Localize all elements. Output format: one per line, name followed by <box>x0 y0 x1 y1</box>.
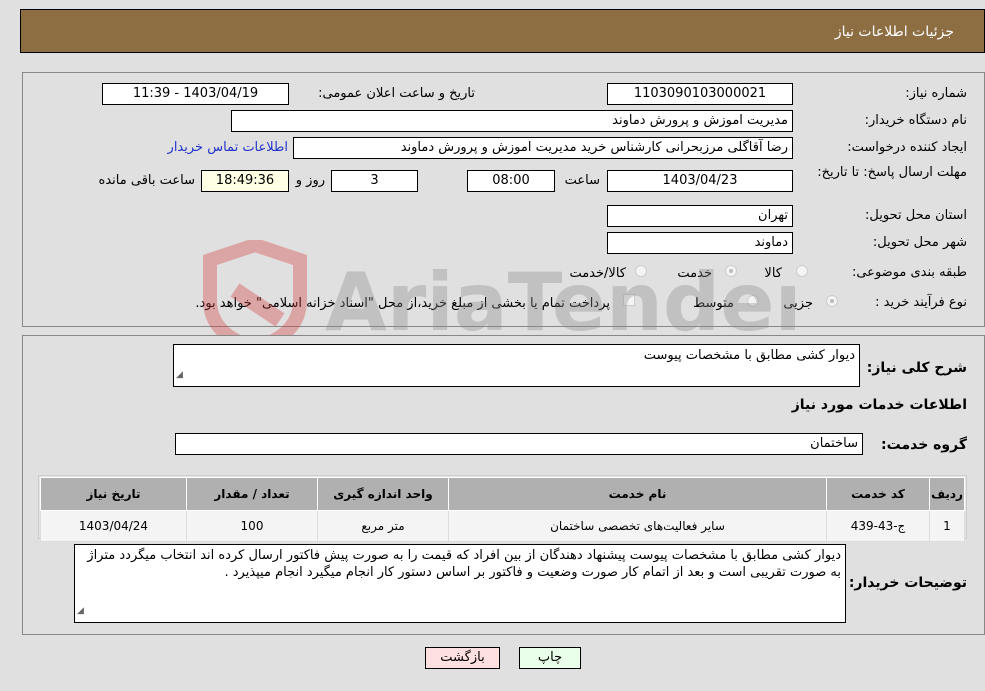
process-radio-medium[interactable] <box>747 295 759 307</box>
creator-label: ایجاد کننده درخواست: <box>847 140 967 155</box>
table-row: 1 ج-43-439 سایر فعالیت‌های تخصصی ساختمان… <box>40 510 965 542</box>
col-need-date: تاریخ نیاز <box>40 477 187 511</box>
city-field[interactable]: دماوند <box>607 232 793 254</box>
service-group-label: گروه خدمت: <box>881 437 967 453</box>
cell-unit: متر مربع <box>317 510 449 542</box>
deadline-time-label: ساعت <box>564 173 600 188</box>
table-header-row: ردیف کد خدمت نام خدمت واحد اندازه گیری ت… <box>40 477 965 511</box>
page-title: جزئیات اطلاعات نیاز <box>834 24 954 40</box>
cell-quantity: 100 <box>186 510 318 542</box>
need-number-label: شماره نیاز: <box>905 86 967 101</box>
category-radio-goods-service[interactable] <box>635 265 647 277</box>
buyer-org-field[interactable]: مدیریت اموزش و پرورش دماوند <box>231 110 793 132</box>
process-radio-minor[interactable] <box>826 295 838 307</box>
services-section-title: اطلاعات خدمات مورد نیاز <box>791 397 967 413</box>
buyer-notes-text: دیوار کشی مطابق با مشخصات پیوست پیشنهاد … <box>87 548 841 580</box>
deadline-label: مهلت ارسال پاسخ: تا تاریخ: <box>817 165 967 180</box>
buyer-notes-label: توضیحات خریدار: <box>848 575 967 591</box>
cell-need-date: 1403/04/24 <box>40 510 187 542</box>
buyer-contact-link[interactable]: اطلاعات تماس خریدار <box>168 140 288 155</box>
city-label: شهر محل تحویل: <box>872 235 967 250</box>
col-quantity: تعداد / مقدار <box>186 477 318 511</box>
category-option-goods: کالا <box>764 266 782 281</box>
buyer-org-label: نام دستگاه خریدار: <box>864 113 967 128</box>
creator-field[interactable]: رضا آقاگلی مرزبحرانی کارشناس خرید مدیریت… <box>293 137 793 159</box>
summary-textarea[interactable]: دیوار کشی مطابق با مشخصات پیوست ◢ <box>173 344 860 387</box>
back-button[interactable]: بازگشت <box>425 647 500 669</box>
resize-handle-icon[interactable]: ◢ <box>77 603 84 620</box>
announce-datetime-field[interactable]: 1403/04/19 - 11:39 <box>102 83 289 105</box>
buyer-notes-textarea[interactable]: دیوار کشی مطابق با مشخصات پیوست پیشنهاد … <box>74 544 846 623</box>
service-group-field[interactable]: ساختمان <box>175 433 863 455</box>
days-label: روز و <box>295 173 325 188</box>
page-header: جزئیات اطلاعات نیاز <box>20 9 985 53</box>
cell-service-name: سایر فعالیت‌های تخصصی ساختمان <box>448 510 827 542</box>
province-field[interactable]: تهران <box>607 205 793 227</box>
deadline-date-field[interactable]: 1403/04/23 <box>607 170 793 192</box>
province-label: استان محل تحویل: <box>865 208 967 223</box>
category-option-service: خدمت <box>677 266 712 281</box>
process-label: نوع فرآیند خرید : <box>875 295 967 310</box>
services-table: ردیف کد خدمت نام خدمت واحد اندازه گیری ت… <box>40 477 965 542</box>
treasury-note: پرداخت تمام یا بخشی از مبلغ خرید،از محل … <box>195 296 610 311</box>
cell-service-code: ج-43-439 <box>826 510 930 542</box>
summary-text: دیوار کشی مطابق با مشخصات پیوست <box>643 348 855 363</box>
announce-label: تاریخ و ساعت اعلان عمومی: <box>318 86 475 101</box>
print-button[interactable]: چاپ <box>519 647 581 669</box>
category-radio-goods[interactable] <box>796 265 808 277</box>
category-label: طبقه بندی موضوعی: <box>851 265 967 280</box>
process-option-medium: متوسط <box>693 296 734 311</box>
deadline-time-field[interactable]: 08:00 <box>467 170 555 192</box>
resize-handle-icon[interactable]: ◢ <box>176 367 183 384</box>
treasury-checkbox[interactable] <box>623 294 635 306</box>
days-remaining-field[interactable]: 3 <box>331 170 418 192</box>
remaining-time-label: ساعت باقی مانده <box>98 173 195 188</box>
need-number-field[interactable]: 1103090103000021 <box>607 83 793 105</box>
col-service-name: نام خدمت <box>448 477 827 511</box>
remaining-time-field[interactable]: 18:49:36 <box>201 170 289 192</box>
process-option-minor: جزیی <box>783 296 813 311</box>
category-option-goods-service: کالا/خدمت <box>569 266 626 281</box>
col-unit: واحد اندازه گیری <box>317 477 449 511</box>
col-service-code: کد خدمت <box>826 477 930 511</box>
summary-label: شرح کلی نیاز: <box>866 360 967 376</box>
category-radio-service[interactable] <box>725 265 737 277</box>
col-row-number: ردیف <box>929 477 965 511</box>
cell-row-number: 1 <box>929 510 965 542</box>
